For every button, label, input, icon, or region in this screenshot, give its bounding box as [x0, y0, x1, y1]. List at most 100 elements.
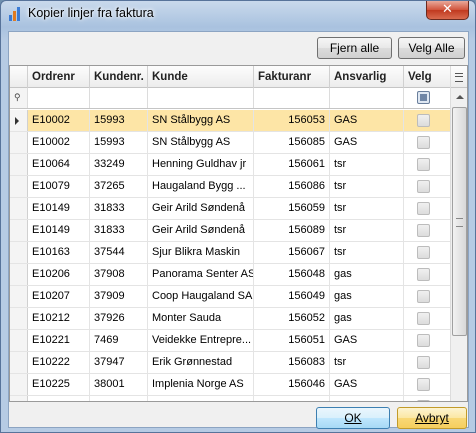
header-fakturanr[interactable]: Fakturanr [254, 66, 330, 88]
filter-ansvarlig[interactable] [330, 88, 404, 108]
row-indicator[interactable] [10, 374, 28, 395]
select-checkbox[interactable] [417, 290, 430, 303]
cell-fakturanr[interactable]: 156047 [254, 396, 330, 401]
select-checkbox[interactable] [417, 136, 430, 149]
cell-ordrenr[interactable]: E10226 [28, 396, 90, 401]
table-row[interactable]: E10149 31833 Geir Arild Søndenå 156059 tsr [10, 198, 451, 220]
cell-kunde[interactable]: Geir Arild Søndenå [148, 198, 254, 219]
table-row[interactable]: E10222 37947 Erik Grønnestad 156083 tsr [10, 352, 451, 374]
row-indicator[interactable] [10, 308, 28, 329]
filter-fakturanr[interactable] [254, 88, 330, 108]
table-row[interactable]: E10221 7469 Veidekke Entrepre... 156051 GAS [10, 330, 451, 352]
table-row[interactable]: E10225 38001 Implenia Norge AS 156046 GAS [10, 374, 451, 396]
select-checkbox[interactable] [417, 224, 430, 237]
select-checkbox[interactable] [417, 400, 430, 401]
row-indicator[interactable] [10, 110, 28, 131]
cell-kunde[interactable]: Coop Haugaland SA [148, 286, 254, 307]
cell-kundenr[interactable]: 37909 [90, 286, 148, 307]
cell-ansvarlig[interactable]: gas [330, 396, 404, 401]
cell-ordrenr[interactable]: E10206 [28, 264, 90, 285]
ok-button[interactable]: OK [316, 407, 390, 429]
cell-ansvarlig[interactable]: gas [330, 308, 404, 329]
cell-fakturanr[interactable]: 156083 [254, 352, 330, 373]
cell-kundenr[interactable]: 37947 [90, 352, 148, 373]
cell-kunde[interactable]: SN Stålbygg AS [148, 132, 254, 153]
cell-ansvarlig[interactable]: GAS [330, 374, 404, 395]
cell-kunde[interactable]: Henning Guldhav jr [148, 154, 254, 175]
cell-fakturanr[interactable]: 156085 [254, 132, 330, 153]
cell-kundenr[interactable]: 7469 [90, 330, 148, 351]
cell-kundenr[interactable]: 15993 [90, 132, 148, 153]
row-indicator[interactable] [10, 352, 28, 373]
cell-ansvarlig[interactable]: GAS [330, 110, 404, 131]
header-ansvarlig[interactable]: Ansvarlig [330, 66, 404, 88]
cell-kundenr[interactable]: 37926 [90, 308, 148, 329]
table-row[interactable]: E10064 33249 Henning Guldhav jr 156061 tsr [10, 154, 451, 176]
select-checkbox[interactable] [417, 268, 430, 281]
cell-ordrenr[interactable]: E10149 [28, 220, 90, 241]
cancel-button[interactable]: Avbryt [397, 407, 467, 429]
filter-ordrenr[interactable] [28, 88, 90, 108]
cell-fakturanr[interactable]: 156046 [254, 374, 330, 395]
cell-kunde[interactable]: SN Stålbygg AS [148, 110, 254, 131]
row-indicator[interactable] [10, 176, 28, 197]
row-indicator[interactable] [10, 154, 28, 175]
cell-ordrenr[interactable]: E10222 [28, 352, 90, 373]
remove-all-button[interactable]: Fjern alle [317, 37, 392, 59]
cell-ordrenr[interactable]: E10225 [28, 374, 90, 395]
row-indicator[interactable] [10, 220, 28, 241]
cell-ordrenr[interactable]: E10079 [28, 176, 90, 197]
cell-fakturanr[interactable]: 156089 [254, 220, 330, 241]
scrollbar-thumb[interactable] [452, 107, 467, 336]
cell-kundenr[interactable]: 37544 [90, 242, 148, 263]
cell-ordrenr[interactable]: E10064 [28, 154, 90, 175]
cell-ansvarlig[interactable]: tsr [330, 242, 404, 263]
cell-ansvarlig[interactable]: GAS [330, 330, 404, 351]
cell-fakturanr[interactable]: 156086 [254, 176, 330, 197]
select-checkbox[interactable] [417, 378, 430, 391]
cell-kundenr[interactable]: 38002 [90, 396, 148, 401]
select-checkbox[interactable] [417, 356, 430, 369]
cell-kundenr[interactable]: 15993 [90, 110, 148, 131]
cell-kundenr[interactable]: 33249 [90, 154, 148, 175]
cell-kunde[interactable]: Dalen Eiendom AS [148, 396, 254, 401]
row-indicator[interactable] [10, 198, 28, 219]
filter-velg[interactable] [404, 88, 451, 108]
cell-ansvarlig[interactable]: tsr [330, 154, 404, 175]
cell-kunde[interactable]: Erik Grønnestad [148, 352, 254, 373]
row-indicator[interactable] [10, 396, 28, 401]
filter-kundenr[interactable] [90, 88, 148, 108]
cell-ordrenr[interactable]: E10207 [28, 286, 90, 307]
cell-kunde[interactable]: Haugaland Bygg ... [148, 176, 254, 197]
row-indicator[interactable] [10, 242, 28, 263]
table-row[interactable]: E1022638002Dalen Eiendom AS156047gas [10, 396, 451, 401]
select-checkbox[interactable] [417, 180, 430, 193]
select-checkbox[interactable] [417, 114, 430, 127]
header-kundenr[interactable]: Kundenr. [90, 66, 148, 88]
filter-checkbox[interactable] [417, 91, 430, 104]
table-row[interactable]: E10079 37265 Haugaland Bygg ... 156086 tsr [10, 176, 451, 198]
cell-fakturanr[interactable]: 156052 [254, 308, 330, 329]
cell-kunde[interactable]: Sjur Blikra Maskin [148, 242, 254, 263]
cell-fakturanr[interactable]: 156051 [254, 330, 330, 351]
cell-ansvarlig[interactable]: tsr [330, 352, 404, 373]
row-indicator[interactable] [10, 264, 28, 285]
cell-kunde[interactable]: Veidekke Entrepre... [148, 330, 254, 351]
table-row[interactable]: E10149 31833 Geir Arild Søndenå 156089 tsr [10, 220, 451, 242]
cell-kundenr[interactable]: 31833 [90, 198, 148, 219]
select-checkbox[interactable] [417, 334, 430, 347]
table-row[interactable]: E10207 37909 Coop Haugaland SA 156049 gas [10, 286, 451, 308]
cell-ansvarlig[interactable]: gas [330, 264, 404, 285]
cell-fakturanr[interactable]: 156048 [254, 264, 330, 285]
select-checkbox[interactable] [417, 312, 430, 325]
cell-fakturanr[interactable]: 156053 [254, 110, 330, 131]
select-checkbox[interactable] [417, 202, 430, 215]
cell-ansvarlig[interactable]: GAS [330, 132, 404, 153]
cell-kunde[interactable]: Geir Arild Søndenå [148, 220, 254, 241]
cell-kundenr[interactable]: 31833 [90, 220, 148, 241]
row-indicator[interactable] [10, 132, 28, 153]
select-all-button[interactable]: Velg Alle [398, 37, 465, 59]
cell-ordrenr[interactable]: E10002 [28, 110, 90, 131]
table-row[interactable]: E10163 37544 Sjur Blikra Maskin 156067 tsr [10, 242, 451, 264]
cell-kundenr[interactable]: 37265 [90, 176, 148, 197]
